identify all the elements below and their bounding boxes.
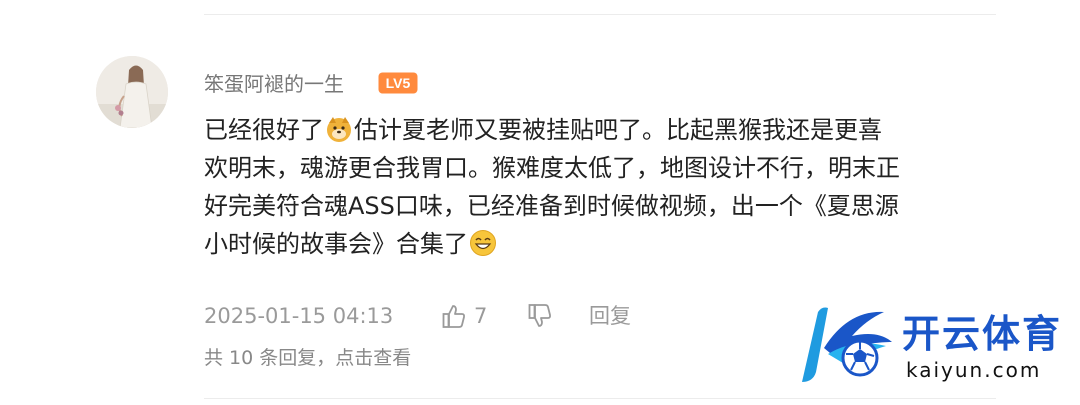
grin-emoji-icon (470, 230, 496, 256)
doge-emoji-icon (327, 117, 351, 142)
comment-text: 已经很好了 估计夏老师又要被挂贴吧了。比起黑猴我还是更喜 欢明末，魂游更合我胃口… (204, 111, 1004, 263)
avatar-image (96, 56, 168, 128)
timestamp: 2025-01-15 04:13 (204, 304, 394, 328)
comment-line-1: 已经很好了 估计夏老师又要被挂贴吧了。比起黑猴我还是更喜 (204, 116, 882, 144)
watermark-brand-en: kaiyun.com (906, 358, 1042, 382)
divider (204, 398, 996, 399)
dislike-icon[interactable] (526, 302, 554, 330)
watermark-brand-cn: 开云体育 (902, 312, 1063, 356)
like-count: 7 (474, 304, 488, 328)
like-icon[interactable] (440, 302, 468, 330)
view-replies-link[interactable]: 共 10 条回复，点击查看 (204, 344, 411, 372)
level-badge-text: LV5 (386, 75, 411, 91)
username[interactable]: 笨蛋阿褪的一生 (204, 70, 344, 98)
divider (204, 14, 996, 15)
avatar[interactable] (96, 56, 168, 128)
comment-line-4: 小时候的故事会》合集了 (204, 225, 1004, 263)
reply-button[interactable]: 回复 (589, 302, 631, 330)
comment-line-2: 欢明末，魂游更合我胃口。猴难度太低了，地图设计不行，明末正 (204, 154, 900, 182)
level-badge: LV5 (378, 72, 418, 94)
comment-panel: 笨蛋阿褪的一生 LV5 已经很好了 估计夏老师又要被挂贴吧了。比起黑猴我还是更喜… (0, 0, 1080, 405)
comment-line-3: 好完美符合魂ASS口味，已经准备到时候做视频，出一个《夏思源 (204, 192, 899, 220)
kaiyun-logo-icon (802, 307, 892, 382)
